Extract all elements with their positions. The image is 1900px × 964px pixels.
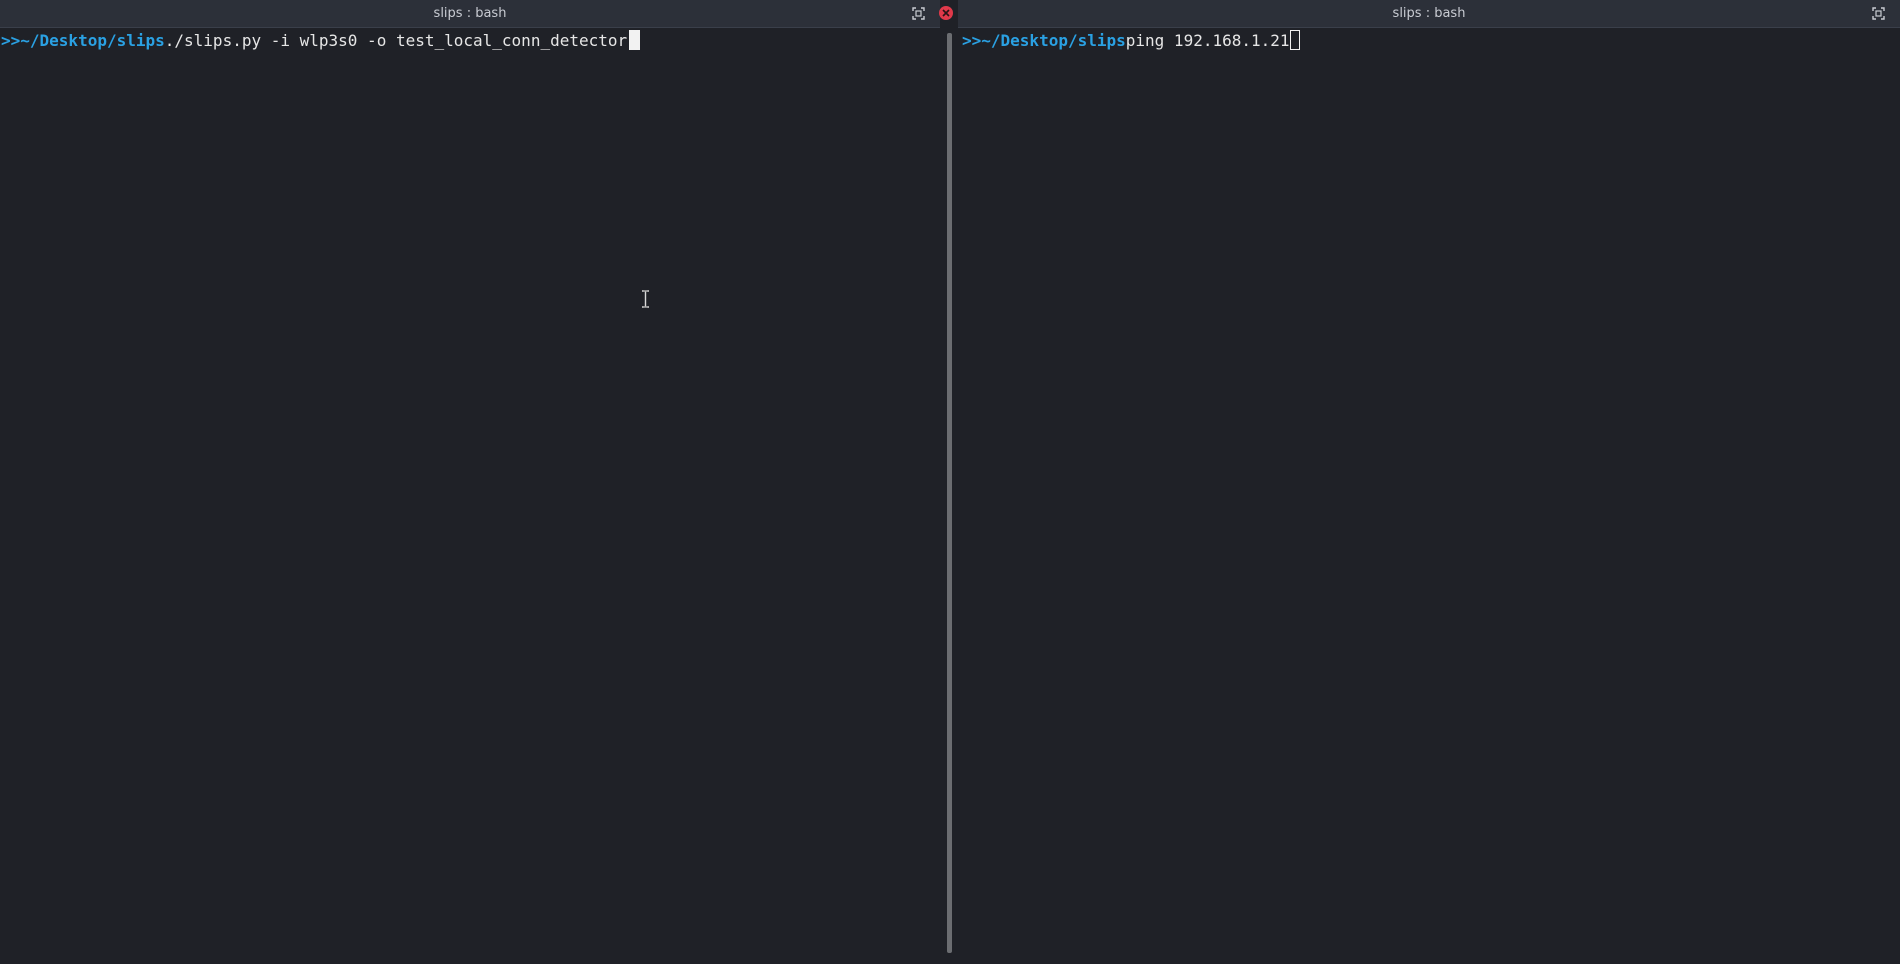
pane-splitter[interactable]	[940, 27, 958, 964]
prompt-arrow: >>	[962, 30, 982, 50]
terminal-line-left[interactable]: >> ~/Desktop/slips ./slips.py -i wlp3s0 …	[1, 28, 641, 52]
text-cursor-block	[629, 30, 641, 50]
command-text: ping 192.168.1.21	[1125, 30, 1290, 50]
maximize-pane-right-button[interactable]	[1871, 6, 1885, 20]
command-text: ./slips.py -i wlp3s0 -o test_local_conn_…	[164, 30, 628, 50]
pane-title-right: slips : bash	[1392, 6, 1466, 21]
prompt-path: ~/Desktop/slips	[20, 30, 165, 50]
terminal-pane-left[interactable]: slips : bash >> ~/Desktop/slips ./slips.…	[0, 0, 940, 964]
pane-title-left: slips : bash	[433, 6, 507, 21]
ibeam-cursor-icon	[642, 290, 649, 308]
prompt-path: ~/Desktop/slips	[981, 30, 1126, 50]
text-cursor-hollow	[1289, 30, 1300, 50]
pane-titlebar-right[interactable]: slips : bash	[958, 0, 1900, 28]
pane-titlebar-left[interactable]: slips : bash	[0, 0, 940, 28]
maximize-icon	[911, 6, 925, 20]
terminal-line-right[interactable]: >> ~/Desktop/slips ping 192.168.1.21	[962, 28, 1300, 52]
terminal-app: slips : bash >> ~/Desktop/slips ./slips.…	[0, 0, 1900, 964]
maximize-icon	[1871, 6, 1885, 20]
close-icon	[942, 9, 950, 17]
splitter-handle[interactable]	[947, 33, 952, 953]
maximize-pane-left-button[interactable]	[911, 6, 925, 20]
close-pane-button[interactable]	[939, 6, 953, 20]
terminal-pane-right[interactable]: slips : bash >> ~/Desktop/slips ping 192…	[958, 0, 1900, 964]
prompt-arrow: >>	[1, 30, 21, 50]
